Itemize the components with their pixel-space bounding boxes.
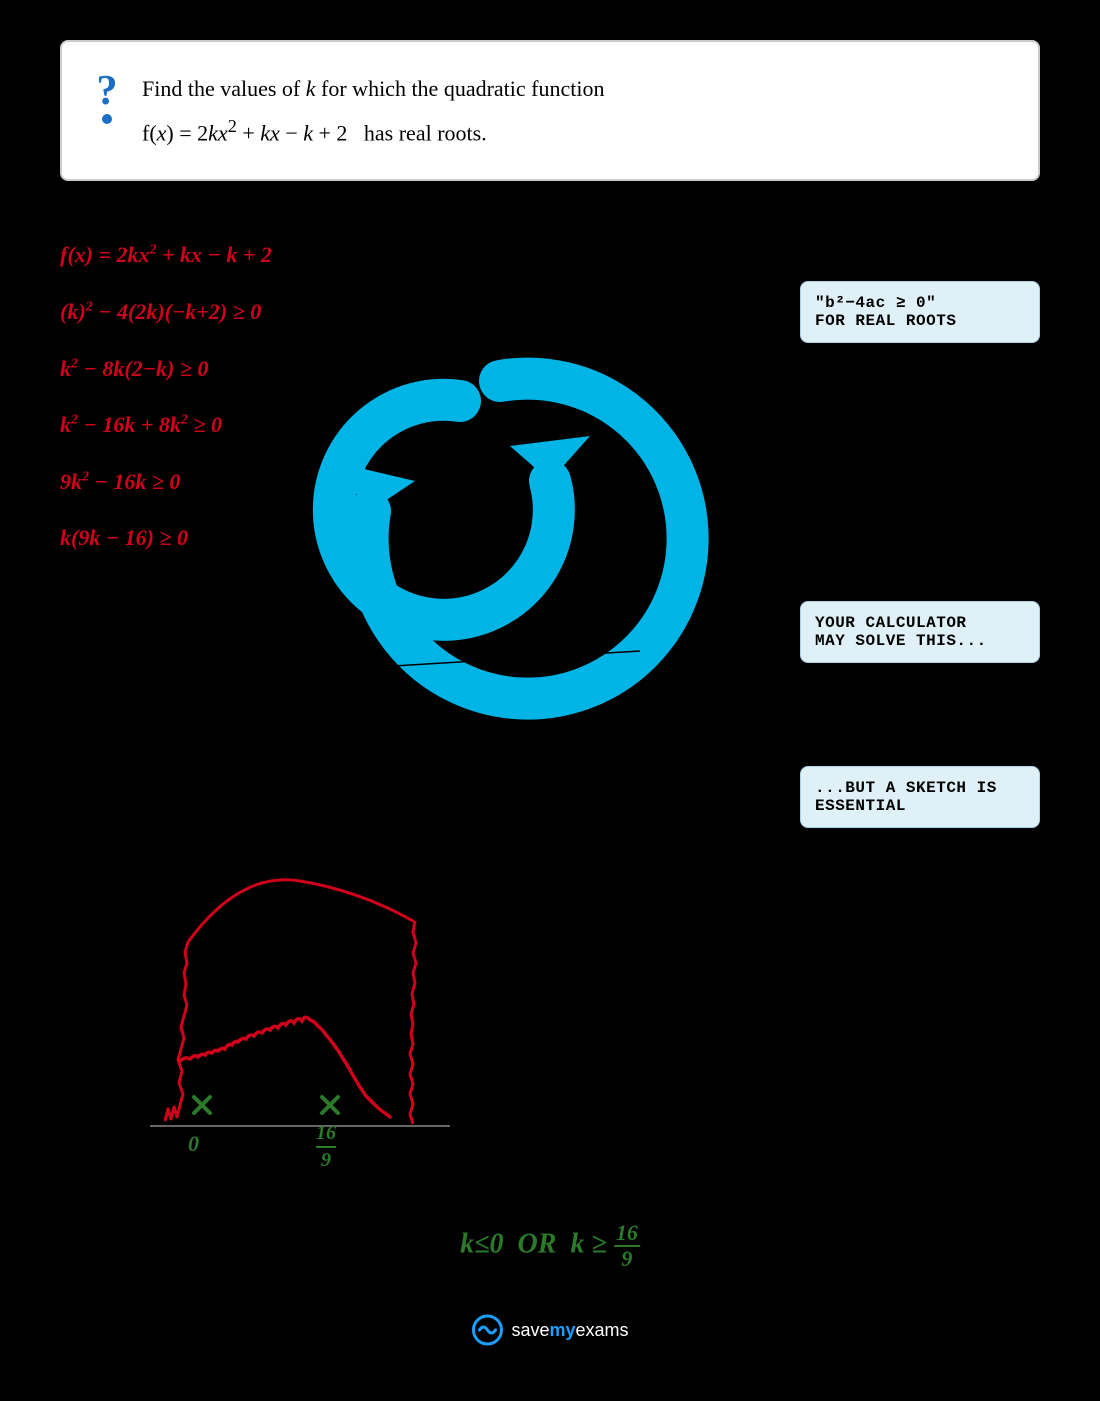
final-answer: k≤0 OR k ≥ 169 bbox=[460, 1221, 640, 1271]
callout-2-line1: YOUR CALCULATOR bbox=[815, 614, 967, 632]
question-text: Find the values of k for which the quadr… bbox=[142, 72, 998, 149]
callout-sketch: ...BUT A SKETCH IS ESSENTIAL bbox=[800, 766, 1040, 828]
question-icon: ? bbox=[87, 70, 127, 125]
callout-1-line1: "b²−4ac ≥ 0" bbox=[815, 294, 936, 312]
question-box: ? Find the values of k for which the qua… bbox=[60, 40, 1040, 181]
callout-discriminant: "b²−4ac ≥ 0" FOR REAL ROOTS bbox=[800, 281, 1040, 343]
logo-text: savemyexams bbox=[511, 1320, 628, 1341]
callout-calculator: YOUR CALCULATOR MAY SOLVE THIS... bbox=[800, 601, 1040, 663]
callout-1-line2: FOR REAL ROOTS bbox=[815, 312, 956, 330]
logo-icon bbox=[471, 1314, 503, 1346]
question-formula: f(x) = 2kx2 + kx − k + 2 has real roots. bbox=[142, 113, 998, 149]
callout-2-line2: MAY SOLVE THIS... bbox=[815, 632, 987, 650]
callout-3-line2: ESSENTIAL bbox=[815, 797, 906, 815]
content-wrapper: f(x) = 2kx2 + kx − k + 2 (k)2 − 4(2k)(−k… bbox=[0, 221, 1100, 1401]
root-label-fraction: 16 9 bbox=[316, 1121, 336, 1172]
root-label-zero: 0 bbox=[188, 1131, 199, 1157]
callout-3-line1: ...BUT A SKETCH IS bbox=[815, 779, 997, 797]
logo: savemyexams bbox=[471, 1314, 628, 1346]
